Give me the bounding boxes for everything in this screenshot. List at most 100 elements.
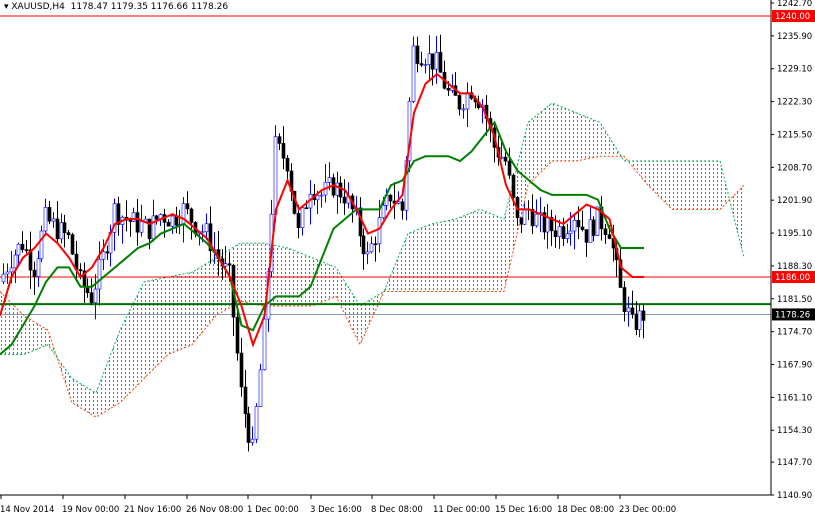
candle-body (39, 230, 44, 260)
candle-body (32, 269, 37, 277)
candle-body (243, 386, 248, 415)
candle-body (557, 226, 562, 237)
candle-body (361, 235, 366, 255)
candle-body (365, 251, 370, 255)
candle-body (62, 222, 67, 233)
candle-body (1, 273, 6, 283)
ichimoku-cloud-segment (144, 277, 168, 379)
ichimoku-cloud-segment (408, 223, 432, 292)
bid-price-tag: 1178.26 (775, 310, 810, 320)
candle-body (273, 136, 278, 215)
candle-body (147, 218, 152, 240)
candle-body (388, 194, 393, 202)
candle-body (131, 212, 136, 222)
candle-body (327, 177, 332, 183)
candle-body (423, 64, 428, 66)
candle-body (545, 216, 550, 233)
candle-body (9, 267, 14, 273)
x-tick-label: 19 Nov 00:00 (62, 505, 119, 515)
candle-body (381, 205, 386, 219)
ichimoku-cloud-segment (576, 112, 600, 162)
candle-body (304, 207, 309, 210)
candle-body (580, 226, 585, 230)
candle-body (5, 271, 10, 275)
candle-body (511, 174, 516, 198)
candle-body (128, 219, 133, 222)
ichimoku-cloud-segment (192, 257, 216, 345)
candle-body (189, 208, 194, 223)
candle-body (166, 222, 171, 227)
candle-body (70, 234, 75, 255)
candle-body (507, 160, 512, 176)
candle-body (607, 234, 612, 239)
ichimoku-cloud-segment (120, 281, 144, 403)
y-tick-label: 1154.30 (777, 426, 812, 436)
x-tick-label: 18 Dec 08:00 (557, 505, 614, 515)
ichimoku-cloud-segment (168, 272, 192, 355)
level-price-tag: 1240.00 (775, 12, 810, 22)
level-price-tag: 1186.00 (775, 273, 810, 283)
price-chart[interactable]: 1242.70 1235.90 1229.10 1222.30 1215.50 1208.… (0, 0, 815, 516)
candle-body (415, 45, 420, 64)
candle-body (78, 269, 83, 272)
candle-body (250, 438, 255, 443)
candle-body (630, 307, 635, 315)
candle-body (281, 143, 286, 159)
candle-body (89, 292, 94, 304)
candle-body (135, 212, 140, 233)
candle-body (66, 232, 71, 235)
y-tick-label: 1222.30 (777, 98, 812, 108)
ichimoku-cloud-segment (72, 378, 96, 418)
candle-body (576, 219, 581, 228)
candle-body (258, 369, 263, 407)
candle-body (427, 53, 432, 65)
candle-body (553, 230, 558, 237)
candle-body (51, 218, 56, 222)
ichimoku-cloud-segment (336, 267, 360, 345)
candle-body (101, 251, 106, 260)
candle-body (430, 53, 435, 70)
candle-body (561, 226, 566, 239)
candle-body (151, 215, 156, 240)
candle-body (139, 221, 144, 233)
candle-body (400, 201, 405, 211)
candle-body (296, 213, 301, 228)
candle-body (572, 219, 577, 232)
candle-body (588, 219, 593, 243)
candle-body (519, 217, 524, 225)
candle-body (595, 206, 600, 236)
y-tick-label: 1188.30 (777, 262, 812, 272)
candle-body (20, 243, 25, 250)
candle-body (411, 45, 416, 102)
y-tick-label: 1229.10 (777, 65, 812, 75)
candle-body (438, 52, 443, 73)
x-tick-label: 15 Dec 16:00 (495, 505, 552, 515)
candle-body (641, 310, 646, 321)
candle-body (565, 233, 570, 239)
y-tick-label: 1235.90 (777, 32, 812, 42)
x-tick-label: 3 Dec 16:00 (310, 505, 362, 515)
x-tick-label: 11 Dec 00:00 (433, 505, 490, 515)
candle-body (419, 63, 424, 66)
candle-body (93, 288, 98, 304)
candle-body (24, 249, 29, 251)
ichimoku-cloud-segment (96, 330, 120, 418)
chart-title: ▾ XAUUSD,H4 1178.47 1179.35 1176.66 1178… (4, 2, 229, 12)
ichimoku-cloud-segment (432, 219, 456, 292)
candle-body (55, 218, 60, 240)
y-tick-label: 1208.70 (777, 163, 812, 173)
chart-window[interactable]: 1242.70 1235.90 1229.10 1222.30 1215.50 1208.… (0, 0, 815, 516)
candle-body (622, 287, 627, 313)
y-tick-label: 1147.70 (777, 458, 812, 468)
candle-body (534, 213, 539, 227)
candle-body (584, 229, 589, 243)
ichimoku-cloud-segment (528, 103, 552, 186)
candle-body (239, 352, 244, 388)
ichimoku-cloud-segment (480, 209, 504, 292)
candle-body (262, 318, 267, 371)
x-tick-label: 8 Dec 08:00 (371, 505, 423, 515)
candle-body (13, 254, 18, 269)
candle-body (105, 251, 110, 254)
candle-body (377, 217, 382, 245)
candle-body (457, 95, 462, 110)
